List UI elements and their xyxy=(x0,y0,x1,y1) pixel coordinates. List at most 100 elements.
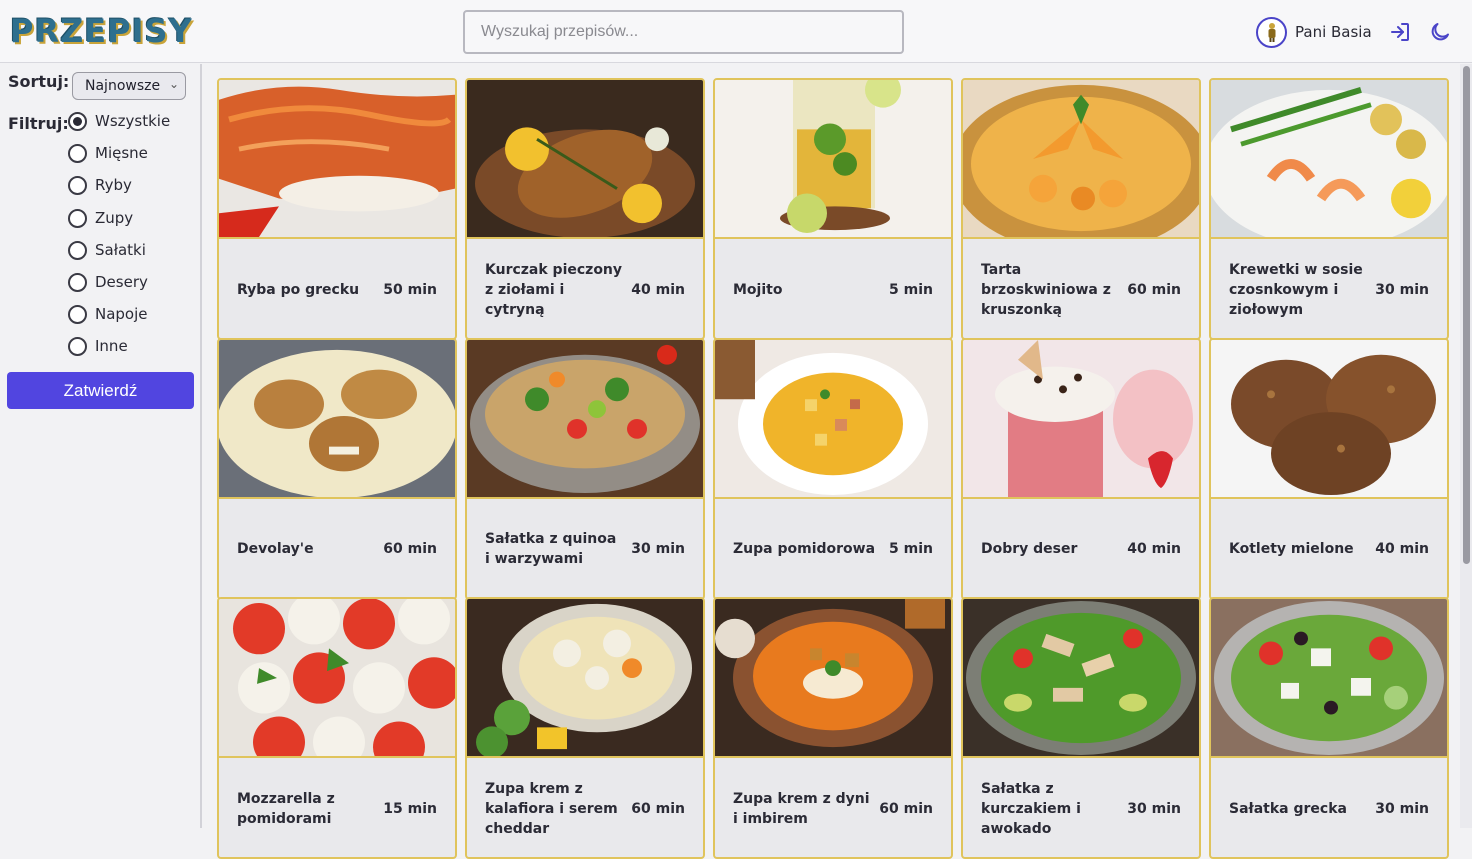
user-name[interactable]: Pani Basia xyxy=(1295,23,1372,41)
recipe-image[interactable] xyxy=(1211,80,1447,239)
recipe-card[interactable]: Sałatka z kurczakiem i awokado 30 min xyxy=(961,597,1201,859)
recipe-card[interactable]: Zupa krem z dyni i imbirem 60 min xyxy=(713,597,953,859)
recipe-title[interactable]: Ryba po grecku xyxy=(237,280,383,300)
recipe-info: Ryba po grecku 50 min xyxy=(219,241,455,338)
filter-option-label: Inne xyxy=(95,337,128,356)
recipe-card[interactable]: Mozzarella z pomidorami 15 min xyxy=(217,597,457,859)
filter-option[interactable]: Zupy xyxy=(68,208,170,241)
search-input[interactable] xyxy=(463,10,904,54)
radio-button[interactable] xyxy=(68,305,87,325)
recipe-info: Sałatka z quinoa i warzywami 30 min xyxy=(467,501,703,598)
filter-sidebar: Sortuj: Najnowsze ⌄ Filtruj: Wszystkie Mi… xyxy=(0,64,202,828)
shrimp-image xyxy=(1211,80,1447,237)
recipe-title[interactable]: Zupa krem z dyni i imbirem xyxy=(733,789,879,829)
radio-button[interactable] xyxy=(68,144,87,164)
scrollbar-thumb[interactable] xyxy=(1463,66,1470,564)
greek-salad-image xyxy=(1211,599,1447,756)
roast-chicken-image xyxy=(467,80,703,237)
radio-button[interactable] xyxy=(68,337,87,357)
recipe-card[interactable]: Tarta brzoskwiniowa z kruszonką 60 min xyxy=(961,78,1201,340)
recipe-card[interactable]: Zupa krem z kalafiora i serem cheddar 60 … xyxy=(465,597,705,859)
recipe-card[interactable]: Kotlety mielone 40 min xyxy=(1209,337,1449,600)
avatar[interactable] xyxy=(1256,16,1287,48)
chicken-avocado-salad-image xyxy=(963,599,1199,756)
recipe-title[interactable]: Sałatka grecka xyxy=(1229,799,1375,819)
recipe-image[interactable] xyxy=(715,80,951,239)
filter-option[interactable]: Ryby xyxy=(68,176,170,208)
recipe-title[interactable]: Tarta brzoskwiniowa z kruszonką xyxy=(981,260,1127,320)
recipe-image[interactable] xyxy=(467,339,703,499)
radio-button[interactable] xyxy=(68,208,87,228)
mojito-image xyxy=(715,80,951,237)
recipe-image[interactable] xyxy=(467,599,703,758)
recipe-title[interactable]: Dobry deser xyxy=(981,539,1127,559)
sort-select[interactable]: Najnowsze ⌄ xyxy=(72,72,186,100)
filter-option[interactable]: Sałatki xyxy=(68,240,170,273)
quinoa-salad-image xyxy=(467,339,703,497)
filter-option[interactable]: Napoje xyxy=(68,305,170,337)
filter-radio-group: Wszystkie Mięsne Ryby Zupy Sałatki Desery Napo… xyxy=(68,112,170,370)
top-bar: PRZEPISY Pani Basia xyxy=(0,0,1472,63)
recipe-title[interactable]: Mojito xyxy=(733,280,889,300)
recipe-image[interactable] xyxy=(963,599,1199,758)
submit-button[interactable]: Zatwierdź xyxy=(7,372,194,409)
filter-option[interactable]: Wszystkie xyxy=(68,112,170,144)
recipe-title[interactable]: Devolay'e xyxy=(237,539,383,559)
filter-option[interactable]: Desery xyxy=(68,272,170,305)
radio-button[interactable] xyxy=(68,112,87,131)
filter-option-label: Sałatki xyxy=(95,240,146,259)
sort-label: Sortuj: xyxy=(8,72,70,91)
pumpkin-soup-image xyxy=(715,599,951,756)
recipe-title[interactable]: Mozzarella z pomidorami xyxy=(237,789,383,829)
filter-option[interactable]: Mięsne xyxy=(68,144,170,176)
recipe-card[interactable]: Krewetki w sosie czosnkowym i ziołowym 30… xyxy=(1209,78,1449,340)
recipe-image[interactable] xyxy=(963,80,1199,239)
chevron-down-icon: ⌄ xyxy=(168,77,179,91)
recipe-time: 30 min xyxy=(1375,281,1429,298)
recipe-image[interactable] xyxy=(1211,599,1447,758)
logout-icon[interactable] xyxy=(1388,20,1412,44)
radio-button[interactable] xyxy=(68,272,87,292)
recipe-image[interactable] xyxy=(1211,339,1447,499)
recipe-info: Devolay'e 60 min xyxy=(219,501,455,598)
dark-mode-moon-icon[interactable] xyxy=(1428,20,1452,44)
recipe-image[interactable] xyxy=(219,80,455,239)
recipe-info: Sałatka z kurczakiem i awokado 30 min xyxy=(963,760,1199,857)
radio-button[interactable] xyxy=(68,240,87,260)
recipe-title[interactable]: Kotlety mielone xyxy=(1229,539,1375,559)
recipe-title[interactable]: Sałatka z kurczakiem i awokado xyxy=(981,779,1127,839)
recipe-card[interactable]: Sałatka grecka 30 min xyxy=(1209,597,1449,859)
filter-option[interactable]: Inne xyxy=(68,337,170,369)
recipe-title[interactable]: Zupa pomidorowa xyxy=(733,539,889,559)
recipe-card[interactable]: Kurczak pieczony z ziołami i cytryną 40 m… xyxy=(465,78,705,340)
scrollbar[interactable] xyxy=(1460,64,1472,828)
recipe-card[interactable]: Dobry deser 40 min xyxy=(961,337,1201,600)
recipe-time: 40 min xyxy=(1127,541,1181,557)
recipe-card[interactable]: Ryba po grecku 50 min xyxy=(217,78,457,340)
fish-carrot-image xyxy=(219,80,455,237)
recipe-card[interactable]: Zupa pomidorowa 5 min xyxy=(713,337,953,600)
recipe-title[interactable]: Sałatka z quinoa i warzywami xyxy=(485,529,631,569)
recipe-image[interactable] xyxy=(219,599,455,758)
filter-option-label: Wszystkie xyxy=(95,112,171,130)
recipe-image[interactable] xyxy=(467,80,703,239)
recipe-image[interactable] xyxy=(715,339,951,499)
recipe-image[interactable] xyxy=(963,339,1199,499)
radio-button[interactable] xyxy=(68,176,87,196)
recipe-info: Tarta brzoskwiniowa z kruszonką 60 min xyxy=(963,241,1199,338)
recipe-title[interactable]: Krewetki w sosie czosnkowym i ziołowym xyxy=(1229,260,1375,320)
recipe-image[interactable] xyxy=(219,339,455,499)
recipe-title[interactable]: Zupa krem z kalafiora i serem cheddar xyxy=(485,779,631,839)
sort-select-value: Najnowsze xyxy=(85,78,161,94)
recipe-card[interactable]: Sałatka z quinoa i warzywami 30 min xyxy=(465,337,705,600)
recipe-time: 40 min xyxy=(631,281,685,298)
app-logo[interactable]: PRZEPISY xyxy=(10,12,193,50)
recipe-info: Zupa krem z kalafiora i serem cheddar 60 … xyxy=(467,760,703,857)
recipe-time: 40 min xyxy=(1375,541,1429,557)
recipe-time: 60 min xyxy=(1127,281,1181,298)
recipe-title[interactable]: Kurczak pieczony z ziołami i cytryną xyxy=(485,260,631,320)
breaded-chicken-image xyxy=(219,339,455,497)
recipe-card[interactable]: Devolay'e 60 min xyxy=(217,337,457,600)
recipe-image[interactable] xyxy=(715,599,951,758)
recipe-card[interactable]: Mojito 5 min xyxy=(713,78,953,340)
